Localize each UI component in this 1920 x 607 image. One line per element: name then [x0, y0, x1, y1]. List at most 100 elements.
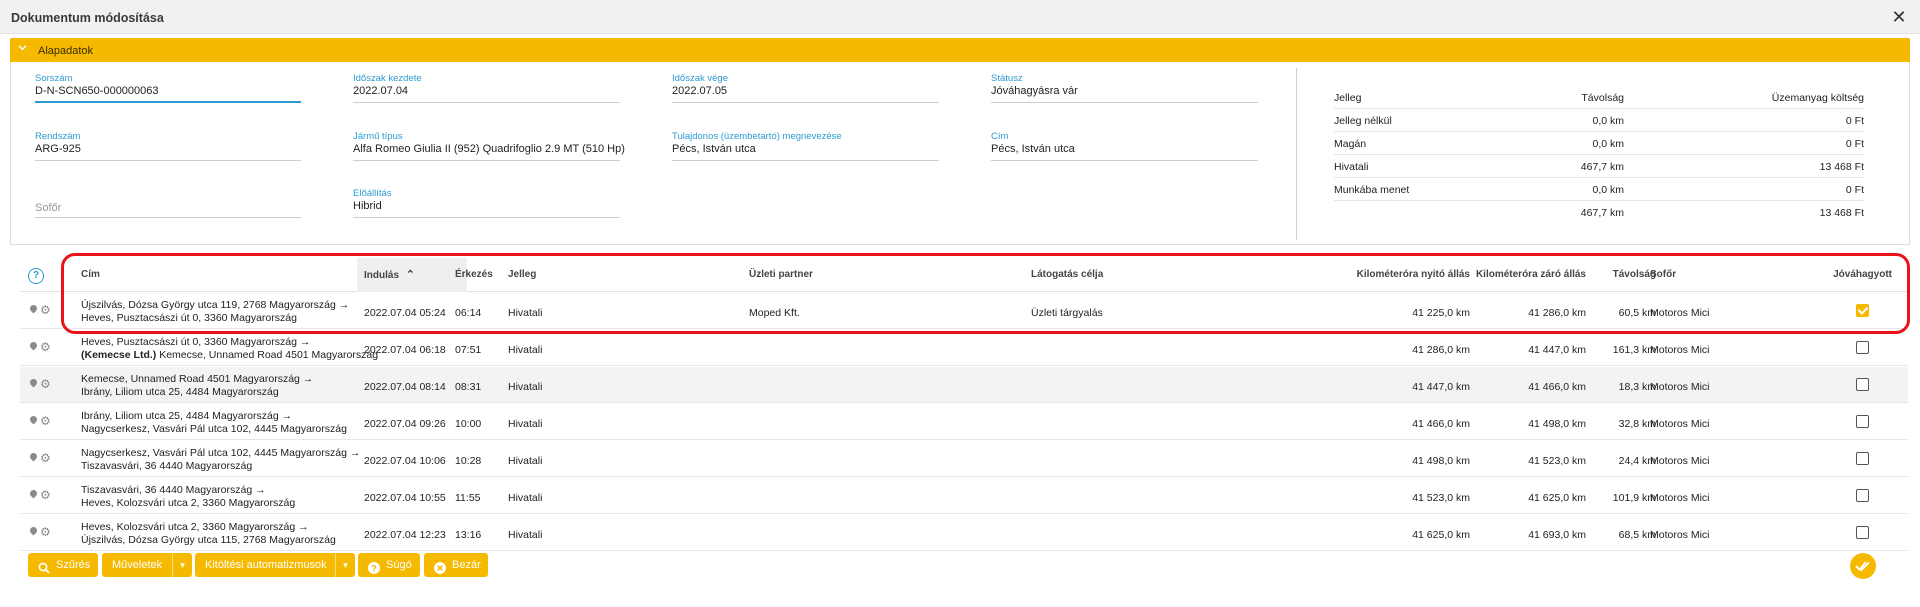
panel-divider — [1296, 68, 1297, 240]
summary-header-koltseg: Üzemanyag költség — [1771, 92, 1864, 104]
gear-icon[interactable]: ⚙ — [40, 452, 51, 464]
table-row[interactable]: ⚙ Heves, Pusztacsászi út 0, 3360 Magyaro… — [20, 330, 1908, 366]
kitoltesi-automatizmusok-button[interactable]: Kitöltési automatizmusok ▾ — [195, 553, 355, 577]
idoszak-vege-field[interactable]: Időszak vége 2022.07.05 — [672, 73, 939, 103]
col-header-indulas[interactable]: Indulás ⌃ — [357, 258, 467, 292]
col-header-cim[interactable]: Cím — [81, 258, 351, 292]
col-header-jovahagyott[interactable]: Jóváhagyott — [1770, 258, 1892, 292]
table-row[interactable]: ⚙ Tiszavasvári, 36 4440 Magyarország → H… — [20, 478, 1908, 514]
close-icon[interactable]: ✕ — [1888, 6, 1910, 28]
map-pin-icon[interactable] — [30, 416, 37, 426]
chevron-down-icon[interactable]: ▾ — [172, 553, 192, 577]
approved-checkbox[interactable] — [1856, 415, 1869, 428]
approved-checkbox[interactable] — [1856, 526, 1869, 539]
col-header-sofor[interactable]: Sofőr — [1650, 258, 1676, 292]
gear-icon[interactable]: ⚙ — [40, 526, 51, 538]
muveletek-button[interactable]: Műveletek ▾ — [102, 553, 192, 577]
summary-total-tavolsag: 467,7 km — [1580, 207, 1624, 219]
summary-table: Jelleg Távolság Üzemanyag költség Jelleg… — [1334, 86, 1864, 224]
sofor-field[interactable]: Sofőr — [35, 188, 301, 218]
tulajdonos-underline — [672, 160, 939, 161]
rendszam-field[interactable]: Rendszám ARG-925 — [35, 131, 301, 161]
approved-checkbox[interactable] — [1856, 489, 1869, 502]
trip-indulas: 2022.07.04 09:26 — [364, 418, 446, 430]
col-header-tavolsag[interactable]: Távolság — [1576, 258, 1656, 292]
summary-koltseg: 0 Ft — [1845, 115, 1864, 127]
trip-to: Újszilvás, Dózsa György utca 115, 2768 M… — [81, 534, 336, 546]
map-pin-icon[interactable] — [30, 527, 37, 537]
col-header-zaro[interactable]: Kilométeróra záró állás — [1396, 258, 1586, 292]
window-titlebar: Dokumentum módosítása ✕ — [0, 0, 1920, 34]
jarmu-tipus-field[interactable]: Jármű típus Alfa Romeo Giulia II (952) Q… — [353, 131, 625, 161]
trip-from: Nagycserkesz, Vasvári Pál utca 102, 4445… — [81, 447, 361, 459]
sorszam-field[interactable]: Sorszám D-N-SCN650-000000063 — [35, 73, 301, 103]
trip-sofor: Motoros Mici — [1650, 381, 1710, 393]
table-header: Cím Indulás ⌃ Érkezés Jelleg Üzleti part… — [20, 258, 1908, 292]
trip-sofor: Motoros Mici — [1650, 492, 1710, 504]
trip-sofor: Motoros Mici — [1650, 418, 1710, 430]
bezar-button[interactable]: Bezár — [424, 553, 488, 577]
table-row[interactable]: ⚙ Ibrány, Liliom utca 25, 4484 Magyarors… — [20, 404, 1908, 440]
trip-to: Nagycserkesz, Vasvári Pál utca 102, 4445… — [81, 423, 347, 435]
map-pin-icon[interactable] — [30, 305, 37, 315]
gear-icon[interactable]: ⚙ — [40, 341, 51, 353]
summary-tavolsag: 0,0 km — [1592, 115, 1624, 127]
trip-tavolsag: 32,8 km — [1618, 418, 1656, 430]
szures-button[interactable]: Szűrés — [28, 553, 98, 577]
summary-koltseg: 0 Ft — [1845, 138, 1864, 150]
gear-icon[interactable]: ⚙ — [40, 415, 51, 427]
map-pin-icon[interactable] — [30, 342, 37, 352]
map-pin-icon[interactable] — [30, 490, 37, 500]
section-header-alapadatok[interactable]: Alapadatok — [10, 38, 1910, 62]
col-header-erkezes[interactable]: Érkezés — [455, 258, 493, 292]
idoszak-vege-value: 2022.07.05 — [672, 85, 728, 97]
map-pin-icon[interactable] — [30, 453, 37, 463]
gear-icon[interactable]: ⚙ — [40, 304, 51, 316]
summary-header-jelleg: Jelleg — [1334, 92, 1362, 104]
trip-sofor: Motoros Mici — [1650, 529, 1710, 541]
table-row[interactable]: ⚙ Kemecse, Unnamed Road 4501 Magyarorszá… — [20, 367, 1908, 403]
gear-icon[interactable]: ⚙ — [40, 378, 51, 390]
tulajdonos-label: Tulajdonos (üzembetartó) megnevezése — [672, 131, 842, 142]
idoszak-kezdete-field[interactable]: Időszak kezdete 2022.07.04 — [353, 73, 620, 103]
summary-jelleg: Magán — [1334, 138, 1367, 150]
trip-jelleg: Hivatali — [508, 529, 543, 541]
chevron-down-icon[interactable]: ▾ — [335, 553, 355, 577]
summary-row: Hivatali 467,7 km 13 468 Ft — [1334, 155, 1864, 178]
map-pin-icon[interactable] — [30, 379, 37, 389]
elohajtas-field[interactable]: Előállítás Hibrid — [353, 188, 620, 218]
table-row[interactable]: ⚙ Nagycserkesz, Vasvári Pál utca 102, 44… — [20, 441, 1908, 477]
section-title: Alapadatok — [38, 45, 94, 57]
summary-koltseg: 13 468 Ft — [1819, 161, 1864, 173]
trip-tavolsag: 68,5 km — [1618, 529, 1656, 541]
col-header-partner[interactable]: Üzleti partner — [749, 258, 813, 292]
sugo-button[interactable]: ? Súgó — [358, 553, 420, 577]
trip-erkezes: 10:28 — [455, 455, 482, 467]
summary-tavolsag: 0,0 km — [1592, 138, 1624, 150]
rendszam-label: Rendszám — [35, 131, 81, 142]
approved-checkbox[interactable] — [1856, 341, 1869, 354]
col-header-celja[interactable]: Látogatás célja — [1031, 258, 1103, 292]
table-row[interactable]: ⚙ Újszilvás, Dózsa György utca 119, 2768… — [20, 293, 1908, 329]
table-row[interactable]: ⚙ Heves, Kolozsvári utca 2, 3360 Magyaro… — [20, 515, 1908, 551]
trip-from: Újszilvás, Dózsa György utca 119, 2768 M… — [81, 299, 350, 311]
trip-sofor: Motoros Mici — [1650, 307, 1710, 319]
approved-checkbox[interactable] — [1856, 304, 1869, 317]
statusz-field[interactable]: Státusz Jóváhagyásra vár — [991, 73, 1258, 103]
trip-zaro: 41 523,0 km — [1528, 455, 1586, 467]
tulajdonos-field[interactable]: Tulajdonos (üzembetartó) megnevezése Péc… — [672, 131, 939, 161]
col-header-jelleg[interactable]: Jelleg — [508, 258, 536, 292]
gear-icon[interactable]: ⚙ — [40, 489, 51, 501]
trip-erkezes: 11:55 — [455, 492, 481, 504]
sorszam-label: Sorszám — [35, 73, 73, 84]
trip-celja: Üzleti tárgyalás — [1031, 307, 1103, 319]
summary-total-row: 467,7 km 13 468 Ft — [1334, 201, 1864, 224]
approved-checkbox[interactable] — [1856, 452, 1869, 465]
cim-label: Cím — [991, 131, 1009, 142]
cim-field[interactable]: Cím Pécs, István utca — [991, 131, 1258, 161]
idoszak-kezdete-label: Időszak kezdete — [353, 73, 422, 84]
svg-text:?: ? — [371, 563, 377, 573]
approve-all-button[interactable] — [1850, 553, 1876, 579]
approved-checkbox[interactable] — [1856, 378, 1869, 391]
trip-tavolsag: 161,3 km — [1612, 344, 1656, 356]
